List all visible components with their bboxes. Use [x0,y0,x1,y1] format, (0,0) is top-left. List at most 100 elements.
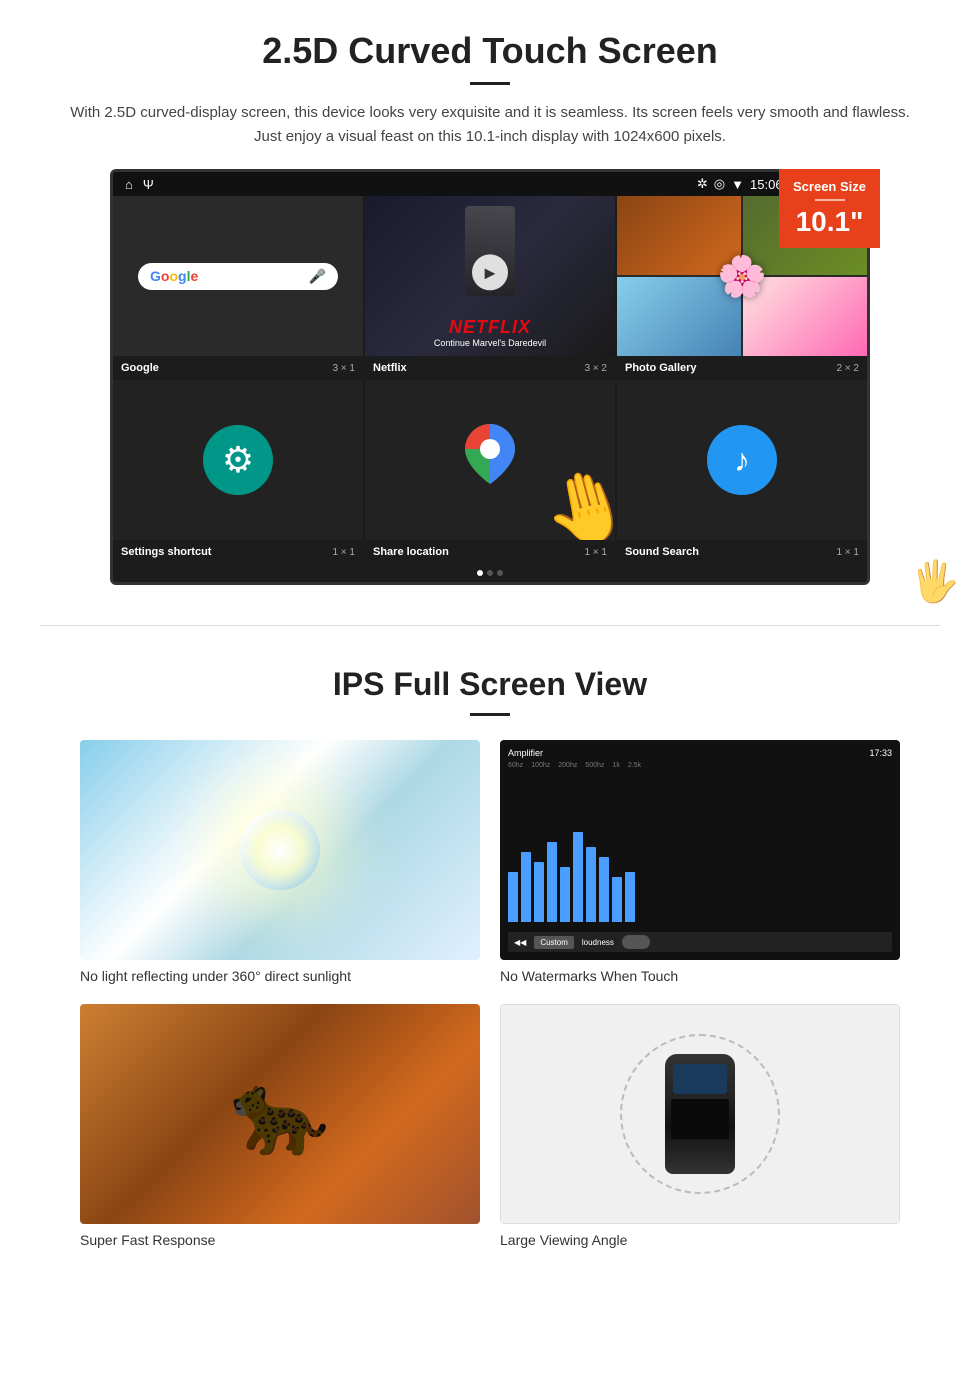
amplifier-image: Amplifier 17:33 60hz 100hz 200hz 500hz 1… [500,740,900,960]
wifi-icon: ▼ [731,177,744,192]
amp-loudness: loudness [582,938,614,947]
settings-label: Settings shortcut 1 × 1 [113,544,363,560]
amp-header: Amplifier 17:33 [508,748,892,758]
netflix-label: Netflix 3 × 2 [365,360,615,376]
netflix-play-button[interactable]: ▶ [472,254,508,290]
car-image [500,1004,900,1224]
status-bar: ⌂ Ψ ✲ ◎ ▼ 15:06 ⊡ ◁) ⊠ ▭ [113,172,867,196]
amp-label-2: 100hz [531,762,550,769]
status-left: ⌂ Ψ [125,177,154,192]
cheetah-image: 🐆 [80,1004,480,1224]
amp-bars [508,773,892,932]
sunlight-image [80,740,480,960]
car-placeholder [500,1004,900,1224]
sound-search-cell[interactable]: ♪ [617,380,867,540]
screen-badge-size: 10.1" [793,205,866,239]
section2-divider [470,713,510,716]
app-labels-top: Google 3 × 1 Netflix 3 × 2 Photo Gallery… [113,356,867,380]
pagination-dot-1[interactable] [477,570,483,576]
share-label-size: 1 × 1 [584,547,607,558]
pagination [113,564,867,582]
amp-label-4: 500hz [585,762,604,769]
feature-cheetah: 🐆 Super Fast Response [80,1004,480,1248]
amp-bar-3 [534,862,544,922]
device-frame: ⌂ Ψ ✲ ◎ ▼ 15:06 ⊡ ◁) ⊠ ▭ [110,169,870,585]
flower-emoji: 🌸 [717,253,767,300]
car-roof [671,1099,729,1139]
amp-bar-1 [508,872,518,922]
share-label-name: Share location [373,546,449,558]
mic-icon[interactable]: 🎤 [309,268,326,285]
hand-icon: 🤚 [534,458,615,540]
amp-labels: 60hz 100hz 200hz 500hz 1k 2.5k [508,762,892,769]
usb-icon: Ψ [143,177,154,192]
sound-icon: ♪ [707,425,777,495]
maps-icon [460,419,520,501]
amp-footer: ◀◀ Custom loudness [508,932,892,952]
sound-label-size: 1 × 1 [836,547,859,558]
amplifier-caption: No Watermarks When Touch [500,968,900,984]
pagination-dot-2[interactable] [487,570,493,576]
sunlight-placeholder [80,740,480,960]
status-time: 15:06 [750,177,783,192]
netflix-subtitle: Continue Marvel's Daredevil [373,338,607,348]
app-grid-bottom: ⚙ 🤚 [113,380,867,540]
netflix-logo: NETFLIX [373,317,607,338]
amp-label-3: 200hz [558,762,577,769]
sunlight-caption: No light reflecting under 360° direct su… [80,968,480,984]
amp-label-6: 2.5k [628,762,641,769]
app-labels-bottom: Settings shortcut 1 × 1 Share location 1… [113,540,867,564]
app-grid-top: Google 🎤 ▶ NETFLIX Continue Marvel's Dar… [113,196,867,356]
screen-size-badge: Screen Size 10.1" [779,169,880,248]
google-app-cell[interactable]: Google 🎤 [113,196,363,356]
share-location-cell[interactable]: 🤚 [365,380,615,540]
feature-grid: No light reflecting under 360° direct su… [60,740,920,1248]
section1-divider [470,82,510,85]
sound-label: Sound Search 1 × 1 [617,544,867,560]
google-label: Google 3 × 1 [113,360,363,376]
bluetooth-icon: ✲ [697,176,708,192]
section1-description: With 2.5D curved-display screen, this de… [60,101,920,149]
feature-sunlight: No light reflecting under 360° direct su… [80,740,480,984]
amp-label-5: 1k [612,762,619,769]
settings-label-size: 1 × 1 [332,547,355,558]
car-top-view [665,1054,735,1174]
gallery-label-name: Photo Gallery [625,362,697,374]
amp-bar-5 [560,867,570,922]
section2: IPS Full Screen View No light reflecting… [0,656,980,1268]
location-icon: ◎ [714,176,725,192]
amp-bar-4 [547,842,557,922]
sound-label-name: Sound Search [625,546,699,558]
screen-badge-label: Screen Size [793,179,866,195]
settings-app-cell[interactable]: ⚙ [113,380,363,540]
screen-badge-divider [815,199,845,201]
netflix-overlay: NETFLIX Continue Marvel's Daredevil [365,309,615,356]
section1-title: 2.5D Curved Touch Screen [60,30,920,72]
netflix-label-name: Netflix [373,362,407,374]
amp-time: 17:33 [869,748,892,758]
google-search-bar[interactable]: Google 🎤 [138,263,338,290]
home-icon[interactable]: ⌂ [125,177,133,192]
netflix-label-size: 3 × 2 [584,363,607,374]
section-divider [40,625,940,626]
car-windshield [673,1064,727,1094]
amp-bar-6 [573,832,583,922]
car-caption: Large Viewing Angle [500,1232,900,1248]
pagination-dot-3[interactable] [497,570,503,576]
amp-custom-button[interactable]: Custom [534,936,574,949]
device-container: Screen Size 10.1" ⌂ Ψ ✲ ◎ ▼ 15:06 ⊡ ◁) ⊠ [110,169,870,585]
amp-bar-8 [599,857,609,922]
settings-label-name: Settings shortcut [121,546,211,558]
sun-glow [240,810,320,890]
section2-title: IPS Full Screen View [60,666,920,703]
google-logo: Google [150,268,198,284]
amp-bar-9 [612,877,622,922]
cheetah-caption: Super Fast Response [80,1232,480,1248]
section1: 2.5D Curved Touch Screen With 2.5D curve… [0,0,980,595]
google-label-name: Google [121,362,159,374]
car-circle [620,1034,780,1194]
loudness-toggle[interactable] [622,935,650,949]
share-label: Share location 1 × 1 [365,544,615,560]
netflix-app-cell[interactable]: ▶ NETFLIX Continue Marvel's Daredevil [365,196,615,356]
back-icon: ◀◀ [514,938,526,947]
